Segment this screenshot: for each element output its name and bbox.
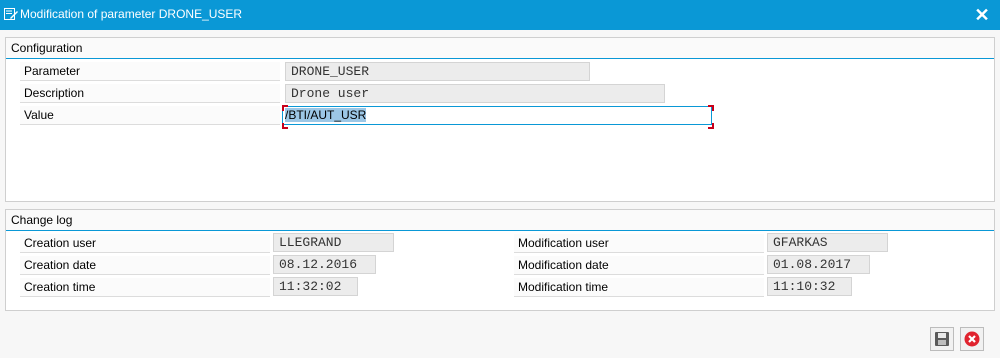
save-icon bbox=[931, 332, 953, 353]
cancel-button[interactable] bbox=[960, 327, 984, 351]
window-title: Modification of parameter DRONE_USER bbox=[20, 7, 243, 21]
configuration-title: Configuration bbox=[6, 38, 994, 59]
parameter-label: Parameter bbox=[20, 62, 280, 81]
description-label: Description bbox=[20, 84, 280, 103]
window-titlebar: Modification of parameter DRONE_USER ✕ bbox=[0, 0, 1000, 30]
focus-corner bbox=[282, 123, 288, 129]
modification-time-field: 11:10:32 bbox=[767, 277, 852, 296]
focus-corner bbox=[282, 105, 288, 111]
modification-user-field: GFARKAS bbox=[767, 233, 888, 252]
description-field: Drone user bbox=[285, 84, 665, 103]
window-bottom-edge bbox=[0, 358, 1000, 362]
configuration-group: Configuration Parameter DRONE_USER Descr… bbox=[5, 37, 995, 202]
modification-time-label: Modification time bbox=[514, 278, 764, 297]
focus-corner bbox=[708, 105, 714, 111]
value-input[interactable]: /BTI/AUT_USR bbox=[282, 106, 712, 125]
cancel-icon bbox=[961, 331, 983, 353]
creation-date-field: 08.12.2016 bbox=[273, 255, 376, 274]
save-button[interactable] bbox=[930, 327, 954, 351]
parameter-field: DRONE_USER bbox=[285, 62, 590, 81]
change-log-group: Change log Creation user LLEGRAND Creati… bbox=[5, 209, 995, 311]
dialog-content: Configuration Parameter DRONE_USER Descr… bbox=[0, 30, 1000, 360]
creation-date-label: Creation date bbox=[20, 256, 270, 275]
modification-date-label: Modification date bbox=[514, 256, 764, 275]
change-log-title: Change log bbox=[6, 210, 994, 231]
creation-user-field: LLEGRAND bbox=[273, 233, 394, 252]
close-icon[interactable]: ✕ bbox=[970, 3, 994, 27]
focus-corner bbox=[708, 123, 714, 129]
creation-user-label: Creation user bbox=[20, 234, 270, 253]
value-input-text: /BTI/AUT_USR bbox=[285, 108, 367, 122]
modification-date-field: 01.08.2017 bbox=[767, 255, 870, 274]
creation-time-label: Creation time bbox=[20, 278, 270, 297]
edit-document-icon bbox=[4, 8, 18, 20]
creation-time-field: 11:32:02 bbox=[273, 277, 358, 296]
modification-user-label: Modification user bbox=[514, 234, 764, 253]
value-label: Value bbox=[20, 106, 280, 125]
